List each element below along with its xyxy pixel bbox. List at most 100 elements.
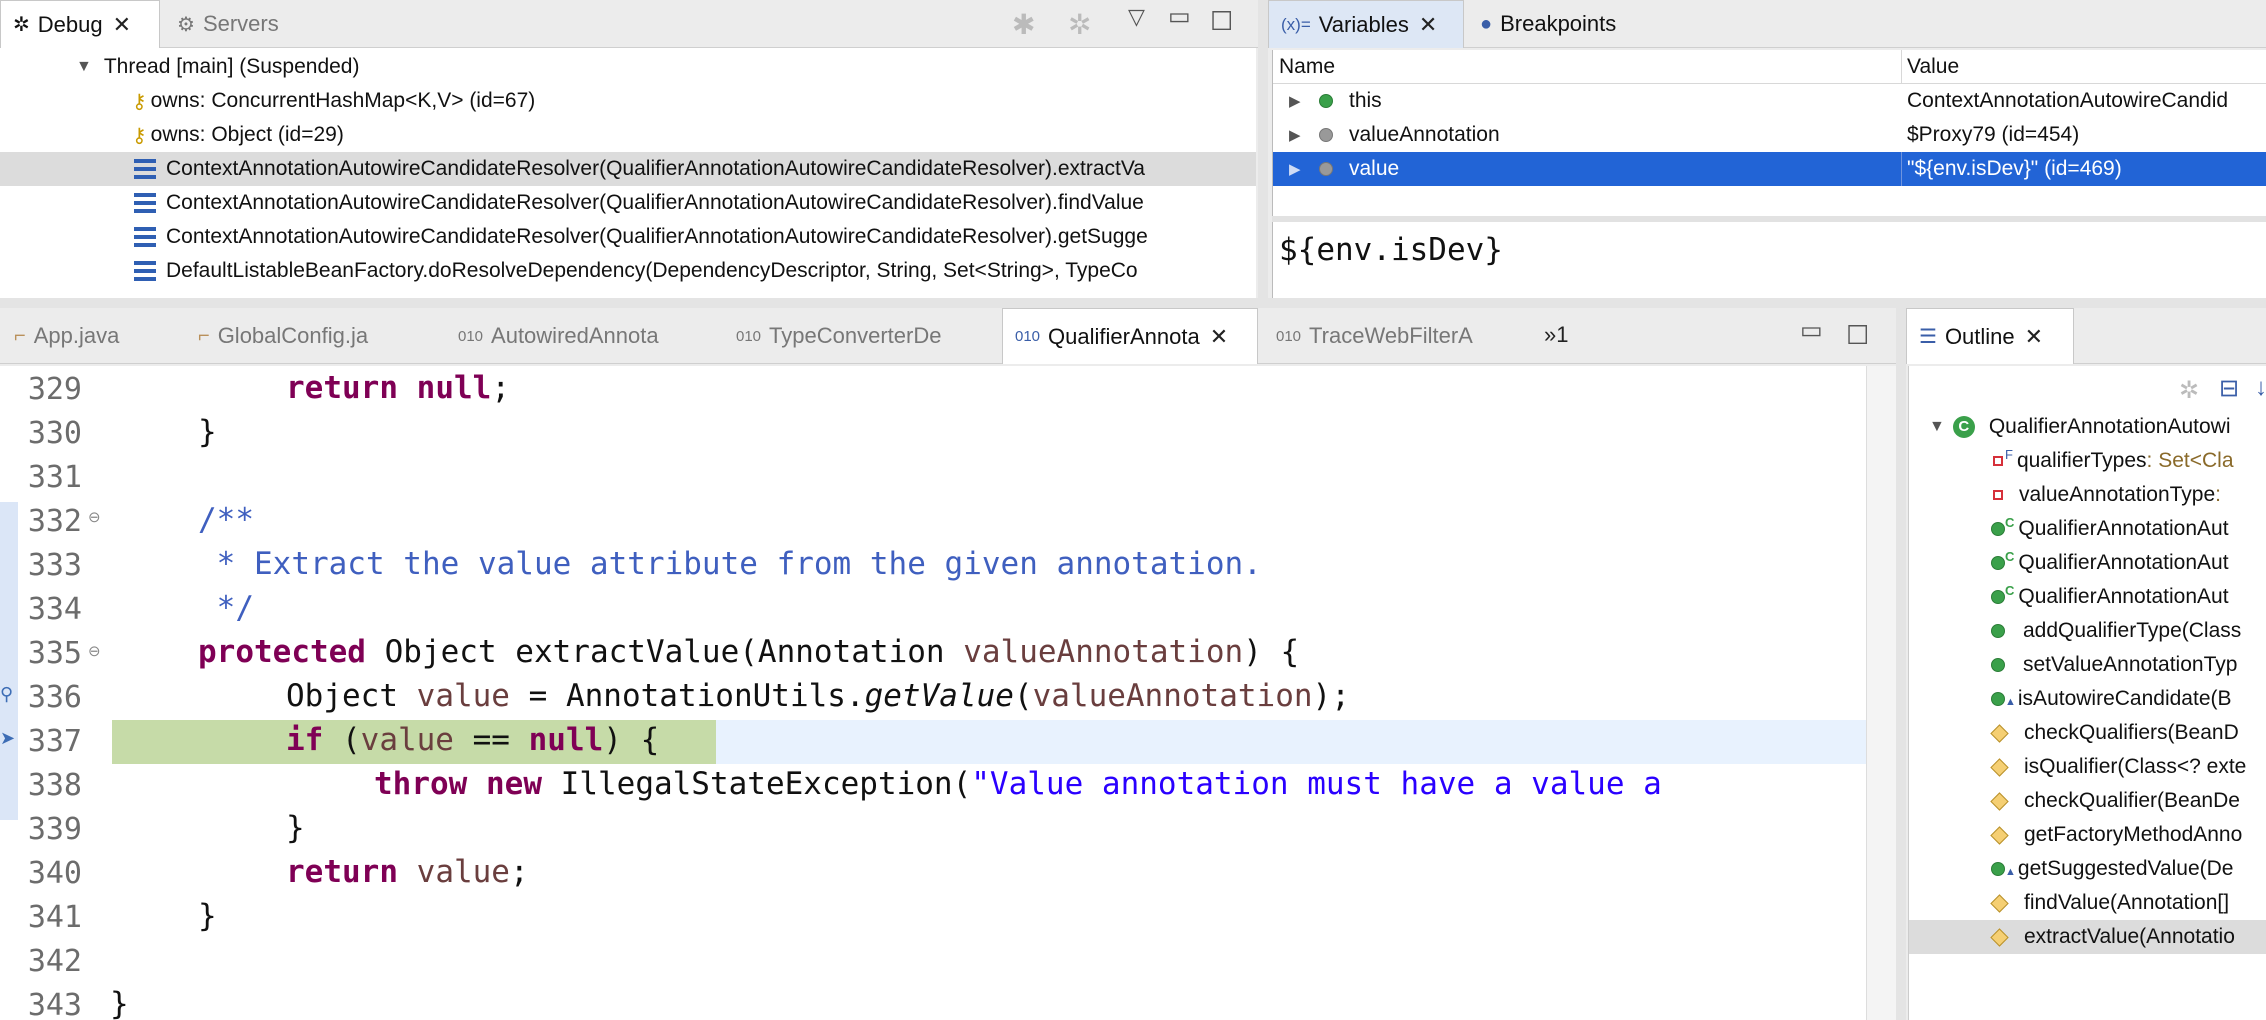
code-line: } — [110, 986, 129, 1020]
outline-item[interactable]: ▲ getSuggestedValue(De — [1909, 852, 2266, 886]
outline-root[interactable]: ▼ C QualifierAnnotationAutowi — [1909, 410, 2266, 444]
owns-row[interactable]: ⚷ owns: Object (id=29) — [0, 118, 1256, 152]
outline-item[interactable]: C QualifierAnnotationAut — [1909, 580, 2266, 614]
public-method-icon — [1991, 522, 2005, 536]
column-header-value[interactable]: Value — [1907, 55, 1959, 79]
keyword: null — [528, 722, 604, 758]
outline-item[interactable]: valueAnnotationType : — [1909, 478, 2266, 512]
tab-editor-active[interactable]: 010 QualifierAnnota ✕ — [1002, 308, 1258, 364]
code-line: protected Object extractValue(Annotation… — [198, 634, 1299, 670]
outline-item[interactable]: checkQualifiers(BeanD — [1909, 716, 2266, 750]
stack-frame-row[interactable]: ContextAnnotationAutowireCandidateResolv… — [0, 152, 1256, 186]
expand-down-icon[interactable]: ▼ — [1929, 418, 1945, 436]
class-file-icon: 010 — [1276, 327, 1302, 345]
expand-right-icon[interactable]: ▶ — [1289, 160, 1301, 178]
remove-terminated-icon[interactable]: ✱ — [1012, 8, 1035, 41]
sash[interactable] — [0, 298, 2266, 308]
maximize-icon[interactable]: ☐ — [1846, 320, 1869, 351]
column-header-name[interactable]: Name — [1279, 55, 1335, 79]
expand-right-icon[interactable]: ▶ — [1289, 92, 1301, 110]
outline-item[interactable]: ▲ isAutowireCandidate(B — [1909, 682, 2266, 716]
close-icon[interactable]: ✕ — [1210, 324, 1228, 350]
sash[interactable] — [1258, 0, 1268, 300]
tab-breakpoints[interactable]: ● Breakpoints — [1468, 0, 1628, 48]
stack-frame-label: ContextAnnotationAutowireCandidateResolv… — [166, 157, 1145, 180]
debug-tree: ▼ Thread [main] (Suspended) ⚷ owns: Conc… — [0, 48, 1256, 298]
view-menu-icon[interactable]: ▽ — [1128, 4, 1145, 30]
expand-right-icon[interactable]: ▶ — [1289, 126, 1301, 144]
thread-row[interactable]: ▼ Thread [main] (Suspended) — [0, 50, 1256, 84]
close-icon[interactable]: ✕ — [1419, 12, 1437, 38]
owns-label: owns: Object (id=29) — [150, 123, 344, 146]
outline-item-label: addQualifierType(Class — [2023, 619, 2242, 642]
tab-servers[interactable]: ⚙ Servers — [165, 0, 291, 48]
outline-item[interactable]: F qualifierTypes : Set<Cla — [1909, 444, 2266, 478]
code-text: = AnnotationUtils. — [509, 678, 865, 714]
code-line: return null; — [286, 370, 510, 406]
outline-item-label: getSuggestedValue(De — [2017, 857, 2234, 880]
fold-icon[interactable]: ⊖ — [88, 508, 101, 526]
outline-item-label: valueAnnotationType — [2019, 483, 2216, 506]
column-divider — [1901, 152, 1902, 186]
expand-down-icon[interactable]: ▼ — [76, 58, 92, 76]
minimize-icon[interactable]: ▭ — [1168, 2, 1191, 31]
keyword: new — [486, 766, 542, 802]
local-var-icon — [1319, 162, 1333, 176]
outline-item-selected[interactable]: extractValue(Annotatio — [1909, 920, 2266, 954]
line-number: 336 — [27, 680, 82, 715]
minimize-icon[interactable]: ▭ — [1800, 316, 1823, 345]
code-text: } — [110, 986, 129, 1020]
tab-variables[interactable]: (x)= Variables ✕ — [1268, 0, 1464, 48]
outline-item[interactable]: checkQualifier(BeanDe — [1909, 784, 2266, 818]
close-icon[interactable]: ✕ — [2025, 324, 2043, 350]
outline-item[interactable]: addQualifierType(Class — [1909, 614, 2266, 648]
tab-editor-file[interactable]: ⌐ App.java — [2, 308, 131, 364]
outline-item[interactable]: setValueAnnotationTyp — [1909, 648, 2266, 682]
tab-outline[interactable]: ☰ Outline ✕ — [1906, 308, 2074, 364]
stack-frame-row[interactable]: DefaultListableBeanFactory.doResolveDepe… — [0, 254, 1256, 288]
code-line: */ — [198, 590, 254, 626]
code-text: ; — [491, 370, 510, 406]
tab-breakpoints-label: Breakpoints — [1500, 11, 1617, 36]
tab-editor-file[interactable]: 010 TypeConverterDe — [724, 308, 953, 364]
remove-all-icon[interactable]: ✲ — [1068, 8, 1091, 41]
outline-item[interactable]: findValue(Annotation[] — [1909, 886, 2266, 920]
stack-frame-label: DefaultListableBeanFactory.doResolveDepe… — [166, 259, 1138, 282]
code-line: if (value == null) { — [286, 722, 659, 758]
tab-editor-file[interactable]: ⌐ GlobalConfig.ja — [186, 308, 380, 364]
line-number: 329 — [27, 372, 82, 407]
fold-icon[interactable]: ⊖ — [88, 642, 101, 660]
local-variable: value — [416, 854, 510, 890]
outline-item[interactable]: C QualifierAnnotationAut — [1909, 546, 2266, 580]
variable-row[interactable]: ▶ valueAnnotation $Proxy79 (id=454) — [1273, 118, 2266, 152]
variable-detail-pane[interactable]: ${env.isDev} — [1272, 222, 2266, 298]
protected-method-icon — [1990, 927, 2009, 947]
outline-item[interactable]: getFactoryMethodAnno — [1909, 818, 2266, 852]
outline-item-type: : Set<Cla — [2146, 449, 2234, 472]
sash[interactable] — [1896, 308, 1906, 1020]
outline-item[interactable]: C QualifierAnnotationAut — [1909, 512, 2266, 546]
protected-method-icon — [1990, 791, 2009, 811]
tab-editor-file[interactable]: 010 AutowiredAnnota — [446, 308, 671, 364]
tab-variables-label: Variables — [1318, 11, 1409, 37]
close-icon[interactable]: ✕ — [113, 12, 131, 38]
override-badge: ▲ — [2005, 866, 2016, 878]
private-field-icon — [1993, 490, 2003, 500]
variable-row-selected[interactable]: ▶ value "${env.isDev}" (id=469) — [1273, 152, 2266, 186]
public-method-icon — [1991, 692, 2005, 706]
hide-fields-icon[interactable]: ✲ — [2179, 376, 2199, 405]
variable-row[interactable]: ▶ this ContextAnnotationAutowireCandid — [1273, 84, 2266, 118]
collapse-all-icon[interactable]: ⊟ — [2219, 374, 2239, 403]
outline-item[interactable]: isQualifier(Class<? exte — [1909, 750, 2266, 784]
tab-debug[interactable]: ✲ Debug ✕ — [0, 0, 160, 48]
overview-ruler[interactable] — [1866, 366, 1896, 1020]
sort-icon[interactable]: ↓ — [2255, 374, 2266, 402]
tab-overflow[interactable]: »1 — [1544, 322, 1568, 348]
stack-frame-row[interactable]: ContextAnnotationAutowireCandidateResolv… — [0, 186, 1256, 220]
keyword: null — [416, 370, 492, 406]
maximize-icon[interactable]: ☐ — [1210, 6, 1233, 37]
owns-row[interactable]: ⚷ owns: ConcurrentHashMap<K,V> (id=67) — [0, 84, 1256, 118]
tab-editor-file[interactable]: 010 TraceWebFilterA — [1264, 308, 1485, 364]
stack-frame-row[interactable]: ContextAnnotationAutowireCandidateResolv… — [0, 220, 1256, 254]
code-editor[interactable]: ⚲ ➤ ⊖ ⊖ 329 330 331 332 333 334 335 336 … — [0, 366, 1866, 1020]
